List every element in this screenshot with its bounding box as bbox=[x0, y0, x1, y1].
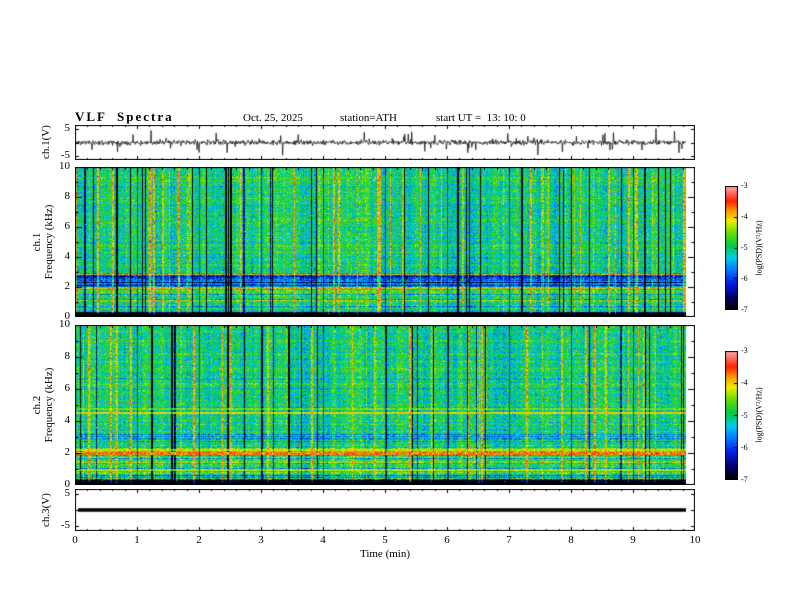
frequency-tick-label: 6 bbox=[64, 382, 71, 394]
x-tick-label: 4 bbox=[320, 534, 326, 546]
ch1-waveform-plot bbox=[75, 125, 695, 160]
frequency-tick-label: 8 bbox=[64, 190, 71, 202]
ch1-axis-label-line2: Frequency (kHz) bbox=[43, 204, 55, 280]
ch3-waveform-plot bbox=[75, 489, 695, 531]
x-axis-title: Time (min) bbox=[359, 548, 411, 560]
frequency-tick-label: 2 bbox=[64, 280, 71, 292]
colorbar-tick-label: -4 bbox=[741, 378, 748, 388]
ch2-colorbar bbox=[725, 351, 738, 480]
x-tick-label: 2 bbox=[196, 534, 202, 546]
voltage-tick-label: 5 bbox=[64, 122, 71, 135]
frequency-tick-label: 8 bbox=[64, 350, 71, 362]
x-tick-label: 5 bbox=[382, 534, 388, 546]
ch2-axis-label-line2: Frequency (kHz) bbox=[43, 367, 55, 443]
colorbar-tick-label: -7 bbox=[741, 475, 748, 484]
ch1-spectrogram bbox=[75, 167, 695, 317]
figure-start-ut: start UT = 13: 10: 0 bbox=[436, 112, 526, 124]
colorbar-tick-label: -4 bbox=[741, 212, 748, 221]
x-tick-label: 3 bbox=[258, 534, 264, 546]
x-tick-label: 10 bbox=[689, 534, 701, 546]
x-tick-label: 7 bbox=[506, 534, 512, 546]
frequency-tick-label: 10 bbox=[59, 318, 70, 330]
ch3-voltage-axis-label: ch.3(V) bbox=[40, 493, 52, 527]
ch2-spectrogram bbox=[75, 325, 695, 485]
colorbar-tick-label: -3 bbox=[741, 181, 748, 190]
ch2-axis-label-line1: ch.2 bbox=[31, 395, 43, 415]
ch1-colorbar-label: log(PSD)(V²/Hz) bbox=[754, 220, 764, 276]
voltage-tick-label: -5 bbox=[60, 148, 70, 161]
frequency-tick-label: 4 bbox=[64, 414, 71, 426]
colorbar-tick-label: -5 bbox=[741, 410, 748, 420]
colorbar-tick-label: -3 bbox=[741, 346, 748, 355]
x-tick-label: 6 bbox=[444, 534, 450, 546]
vlf-spectra-figure: VLF Spectra Oct. 25, 2025 station=ATH st… bbox=[0, 0, 792, 612]
frequency-tick-label: 10 bbox=[59, 160, 70, 172]
x-tick-label: 8 bbox=[568, 534, 574, 546]
figure-station: station=ATH bbox=[340, 112, 397, 124]
figure-title: VLF Spectra bbox=[75, 109, 174, 124]
frequency-tick-label: 4 bbox=[64, 250, 71, 262]
frequency-tick-label: 6 bbox=[64, 220, 71, 232]
ch1-colorbar bbox=[725, 186, 738, 310]
x-tick-label: 0 bbox=[72, 534, 78, 546]
ch1-frequency-axis-label: ch.1 Frequency (kHz) bbox=[31, 205, 55, 280]
ch1-voltage-axis-label: ch.1(V) bbox=[40, 125, 52, 159]
ch2-frequency-axis-label: ch.2 Frequency (kHz) bbox=[31, 368, 55, 443]
frequency-tick-label: 2 bbox=[64, 446, 71, 458]
colorbar-tick-label: -6 bbox=[741, 442, 748, 452]
colorbar-tick-label: -7 bbox=[741, 305, 748, 314]
colorbar-tick-label: -6 bbox=[741, 274, 748, 283]
x-tick-label: 1 bbox=[134, 534, 140, 546]
figure-date: Oct. 25, 2025 bbox=[243, 112, 303, 124]
voltage-tick-label: -5 bbox=[60, 519, 70, 532]
colorbar-tick-label: -5 bbox=[741, 243, 748, 252]
ch2-colorbar-label: log(PSD)(V²/Hz) bbox=[754, 387, 764, 443]
ch1-axis-label-line1: ch.1 bbox=[31, 232, 43, 252]
x-tick-label: 9 bbox=[630, 534, 636, 546]
voltage-tick-label: 5 bbox=[64, 486, 71, 499]
